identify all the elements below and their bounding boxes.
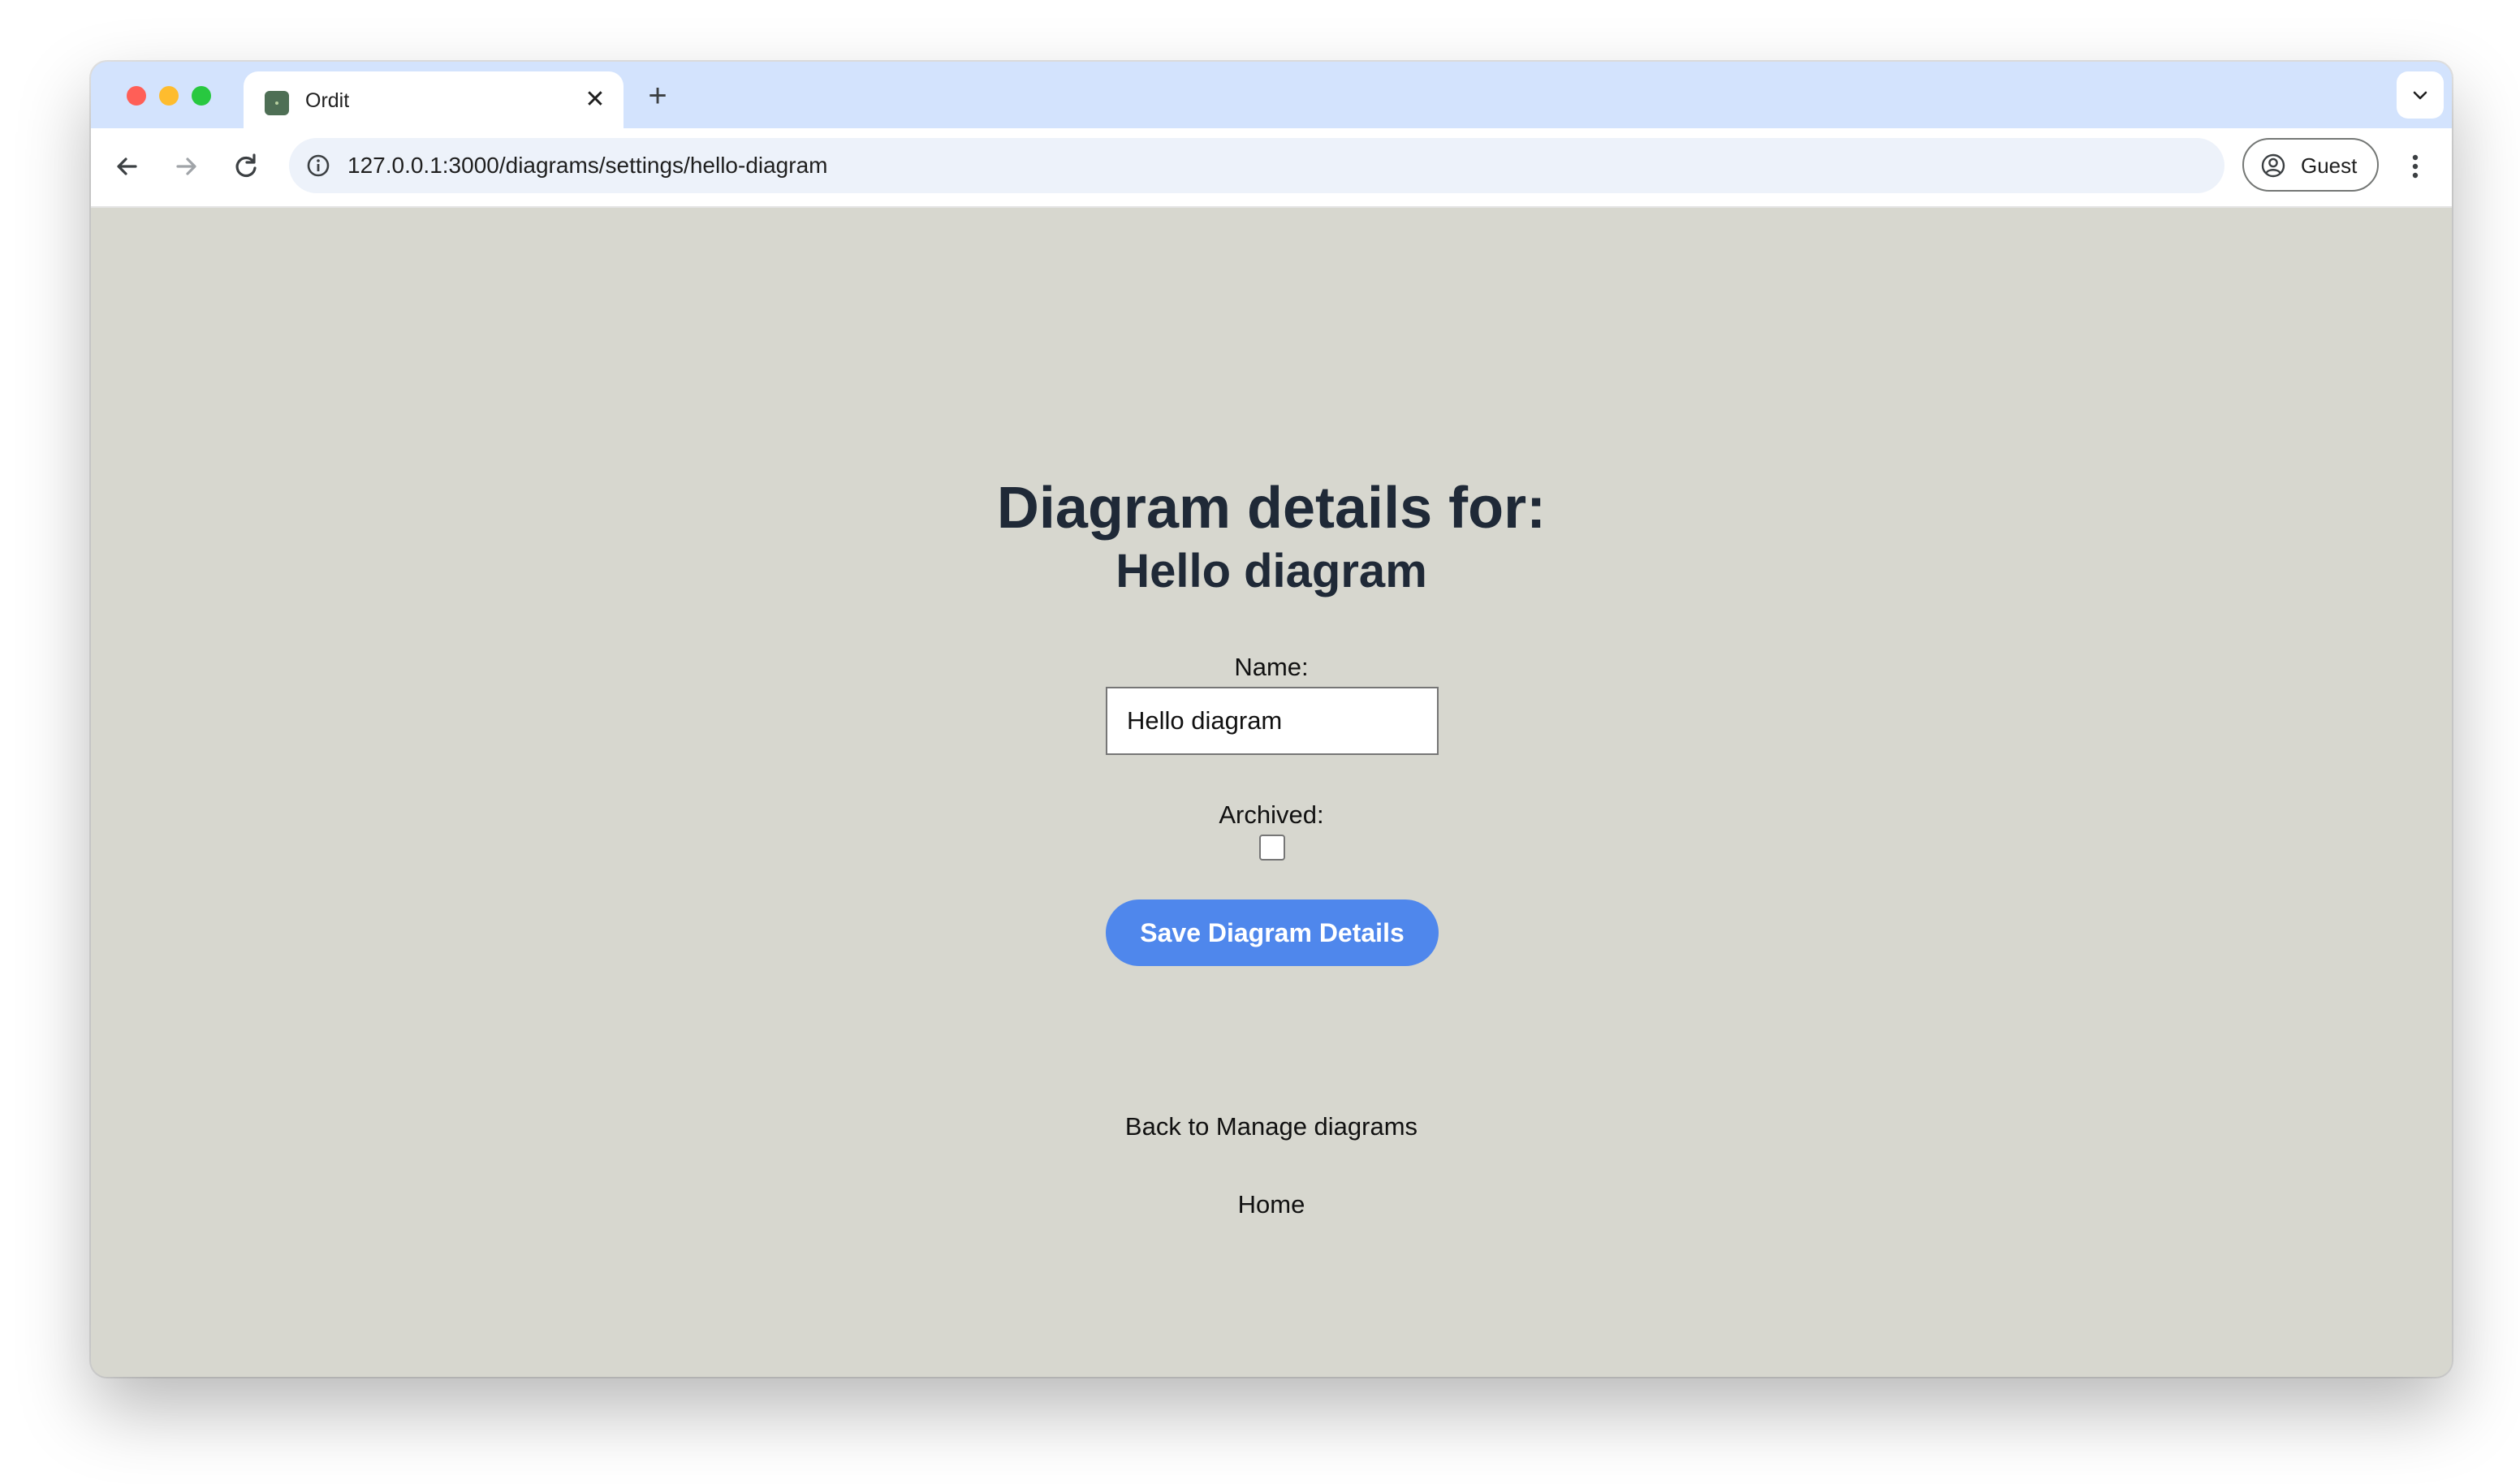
archived-label: Archived: [1219,800,1324,829]
minimize-window-button[interactable] [159,86,179,106]
url-text[interactable]: 127.0.0.1:3000/diagrams/settings/hello-d… [347,153,827,179]
browser-window: Ordit ✕ + 127.0.0.1:3000/diagrams/settin… [91,62,2452,1377]
close-window-button[interactable] [127,86,146,106]
info-icon[interactable] [302,149,334,182]
page-content: Diagram details for: Hello diagram Name:… [91,208,2452,1377]
archived-checkbox[interactable] [1259,835,1285,861]
kebab-menu-icon[interactable] [2395,146,2436,187]
arrow-right-icon [176,157,196,175]
back-button[interactable] [109,148,146,185]
reload-button[interactable] [227,148,265,185]
chevron-down-icon [2413,91,2427,100]
back-to-manage-diagrams-link[interactable]: Back to Manage diagrams [91,1112,2452,1141]
name-input[interactable] [1106,687,1439,755]
profile-button[interactable]: Guest [2242,138,2379,192]
reload-icon [235,153,257,178]
tab-ordit[interactable]: Ordit ✕ [244,71,624,128]
name-label: Name: [1234,653,1309,681]
account-circle-icon [2260,153,2286,179]
page-title: Diagram details for: [996,476,1547,541]
maximize-window-button[interactable] [192,86,211,106]
favicon-icon [265,91,289,115]
address-bar[interactable]: 127.0.0.1:3000/diagrams/settings/hello-d… [289,138,2224,193]
forward-button[interactable] [167,148,205,185]
tab-list-button[interactable] [2397,71,2444,119]
browser-toolbar: 127.0.0.1:3000/diagrams/settings/hello-d… [91,128,2452,208]
home-link[interactable]: Home [91,1190,2452,1219]
diagram-name-heading: Hello diagram [1115,545,1427,597]
tab-close-icon[interactable]: ✕ [581,86,609,114]
arrow-left-icon [117,157,137,175]
tab-strip: Ordit ✕ + [91,62,2452,128]
profile-label: Guest [2301,153,2358,178]
save-diagram-details-button[interactable]: Save Diagram Details [1106,899,1439,966]
tab-title: Ordit [305,89,350,112]
new-tab-icon[interactable]: + [640,78,675,114]
